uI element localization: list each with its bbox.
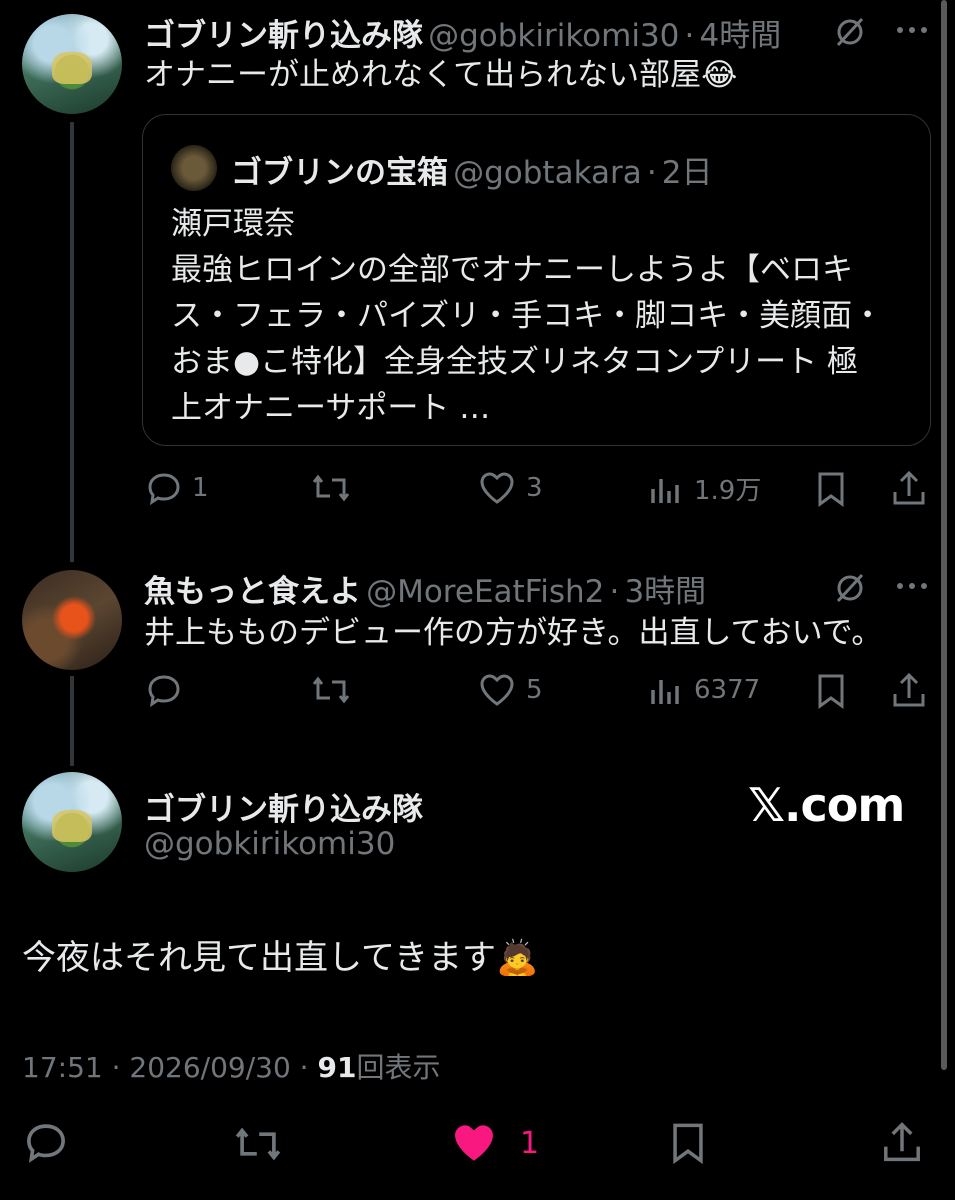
heart-icon bbox=[480, 674, 514, 706]
grok-icon[interactable] bbox=[832, 570, 868, 606]
avatar[interactable] bbox=[22, 14, 122, 114]
avatar[interactable] bbox=[22, 570, 122, 670]
views-button[interactable]: 1.9万 bbox=[648, 470, 761, 507]
view-label: 回表示 bbox=[356, 1051, 441, 1084]
separator: · bbox=[684, 18, 695, 54]
view-count: 91 bbox=[317, 1051, 357, 1084]
thread-line bbox=[70, 676, 74, 766]
like-button[interactable]: 5 bbox=[478, 672, 543, 708]
thread-line bbox=[70, 122, 74, 562]
like-button[interactable]: 1 bbox=[450, 1120, 539, 1166]
views-count: 1.9万 bbox=[694, 476, 762, 506]
retweet-icon bbox=[312, 676, 350, 704]
avatar[interactable] bbox=[22, 772, 122, 872]
bookmark-button[interactable] bbox=[814, 470, 848, 508]
like-count: 3 bbox=[526, 473, 543, 503]
author-name[interactable]: 魚もっと食えよ bbox=[144, 574, 361, 610]
quote-header: ゴブリンの宝箱 @gobtakara · 2日 bbox=[231, 147, 713, 192]
quote-avatar bbox=[171, 145, 217, 191]
retweet-icon bbox=[235, 1127, 281, 1161]
reply-button[interactable] bbox=[146, 672, 182, 708]
retweet-button[interactable] bbox=[232, 1122, 284, 1166]
tweet-header: ゴブリン斬り込み隊 @gobkirikomi30 · 4時間 bbox=[144, 10, 781, 55]
retweet-button[interactable] bbox=[310, 470, 352, 506]
reply-icon bbox=[148, 473, 180, 506]
quote-line: おま●こ特化】全身全技ズリネタコンプリート 極 bbox=[171, 344, 858, 380]
share-icon bbox=[893, 672, 925, 707]
separator: · bbox=[646, 155, 657, 191]
bookmark-button[interactable] bbox=[668, 1120, 708, 1166]
scrollbar[interactable] bbox=[941, 0, 947, 1070]
retweet-button[interactable] bbox=[310, 672, 352, 708]
quote-line: 上オナニーサポート … bbox=[171, 390, 491, 426]
reply-icon bbox=[27, 1124, 65, 1163]
tweet-meta: 17:51 · 2026/09/30 · 91回表示 bbox=[22, 1046, 440, 1086]
quote-line: 最強ヒロインの全部でオナニーしようよ【ベロキ bbox=[171, 252, 853, 288]
bookmark-button[interactable] bbox=[814, 672, 848, 710]
like-count: 5 bbox=[526, 675, 543, 705]
share-button[interactable] bbox=[880, 1118, 924, 1166]
reply-button[interactable]: 1 bbox=[146, 470, 209, 506]
reply-icon bbox=[148, 675, 180, 708]
share-icon bbox=[884, 1122, 920, 1162]
timestamp[interactable]: 4時間 bbox=[699, 18, 781, 54]
heart-filled-icon bbox=[455, 1125, 493, 1161]
more-icon[interactable] bbox=[894, 18, 930, 42]
bookmark-icon bbox=[673, 1123, 703, 1165]
author-handle[interactable]: @gobkirikomi30 bbox=[428, 18, 679, 54]
quote-line: 瀬戸環奈 bbox=[171, 206, 295, 242]
quote-author-name: ゴブリンの宝箱 bbox=[231, 155, 448, 191]
share-button[interactable] bbox=[890, 468, 928, 508]
like-count: 1 bbox=[520, 1125, 540, 1161]
views-icon bbox=[651, 680, 679, 704]
like-button[interactable]: 3 bbox=[478, 470, 543, 506]
share-icon bbox=[893, 470, 925, 505]
quote-text: 瀬戸環奈 最強ヒロインの全部でオナニーしようよ【ベロキ ス・フェラ・パイズリ・手… bbox=[171, 201, 883, 431]
grok-icon[interactable] bbox=[832, 14, 868, 50]
retweet-icon bbox=[312, 474, 350, 502]
quote-timestamp: 2日 bbox=[661, 155, 713, 191]
tweet-text: 井上もものデビュー作の方が好き。出直しておいで。 bbox=[144, 615, 883, 651]
timestamp[interactable]: 17:51 · 2026/09/30 · bbox=[22, 1051, 317, 1084]
quote-author-handle: @gobtakara bbox=[453, 155, 642, 191]
bookmark-icon bbox=[818, 472, 844, 507]
share-button[interactable] bbox=[890, 670, 928, 710]
more-icon[interactable] bbox=[894, 574, 930, 598]
tweet-text: オナニーが止めれなくて出られない部屋😂 bbox=[144, 57, 738, 93]
main-tweet-text: 今夜はそれ見て出直してきます🙇 bbox=[22, 938, 539, 978]
author-name[interactable]: ゴブリン斬り込み隊 bbox=[144, 18, 423, 54]
views-button[interactable]: 6377 bbox=[648, 672, 760, 708]
author-name[interactable]: ゴブリン斬り込み隊 bbox=[144, 784, 423, 829]
views-count: 6377 bbox=[694, 675, 761, 705]
author-handle[interactable]: @MoreEatFish2 bbox=[366, 574, 604, 610]
author-handle[interactable]: @gobkirikomi30 bbox=[144, 826, 395, 862]
quote-line: ス・フェラ・パイズリ・手コキ・脚コキ・美顔面・ bbox=[171, 298, 884, 334]
tweet-header: 魚もっと食えよ @MoreEatFish2 · 3時間 bbox=[144, 566, 706, 611]
separator: · bbox=[609, 574, 620, 610]
bookmark-icon bbox=[818, 674, 844, 709]
reply-count: 1 bbox=[192, 473, 209, 503]
timestamp[interactable]: 3時間 bbox=[624, 574, 706, 610]
quote-tweet[interactable]: ゴブリンの宝箱 @gobtakara · 2日 瀬戸環奈 最強ヒロインの全部でオ… bbox=[142, 114, 931, 446]
reply-button[interactable] bbox=[24, 1120, 68, 1164]
x-watermark: 𝕏.com bbox=[748, 778, 905, 832]
views-icon bbox=[651, 478, 679, 503]
heart-icon bbox=[480, 472, 514, 504]
